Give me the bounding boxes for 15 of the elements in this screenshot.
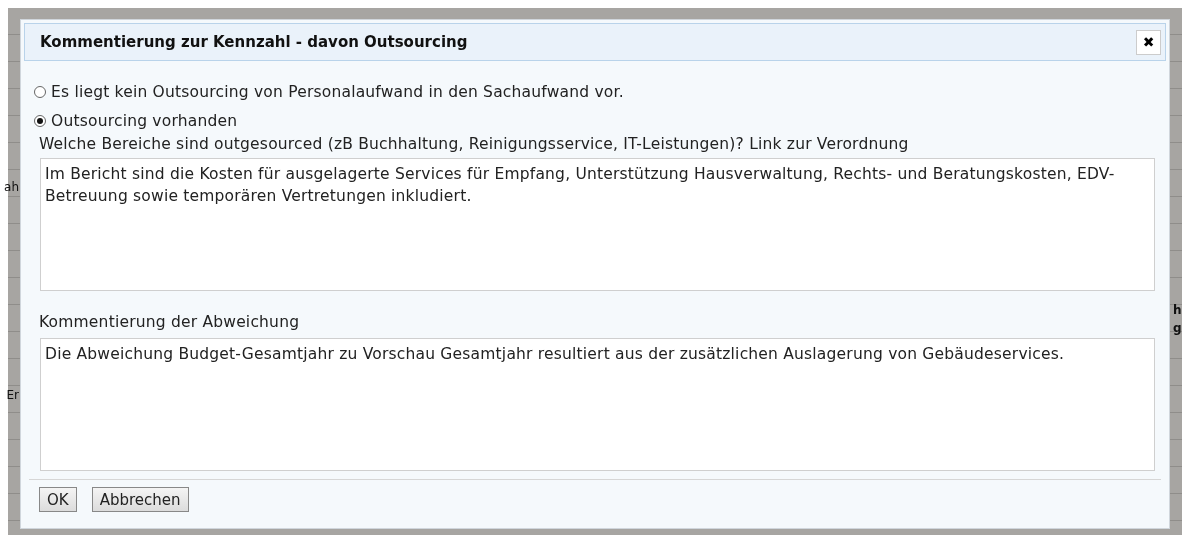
cancel-button[interactable]: Abbrechen xyxy=(91,487,189,512)
radio-button[interactable] xyxy=(34,85,46,98)
dialog-title: Kommentierung zur Kennzahl - davon Outsourcing xyxy=(40,33,468,51)
regulation-link[interactable]: Link zur Verordnung xyxy=(749,135,909,153)
table-cell-text: g xyxy=(1173,321,1182,335)
field-label: Welche Bereiche sind outgesourced (zB Buchhaltung, Reinigungsservice, IT-Leistungen)? Link zur Verordnung xyxy=(39,135,910,153)
table-cell-text: h xyxy=(1173,303,1182,317)
radio-label: Outsourcing vorhanden xyxy=(51,111,238,130)
ok-button[interactable]: OK xyxy=(39,487,77,512)
close-button[interactable]: ✖ xyxy=(1136,29,1161,55)
text-area[interactable]: Im Bericht sind die Kosten für ausgelagerte Services für Empfang, Unterstützung Hausverwaltung, Rechts- und Beratungskosten, EDV-Betreuung sowie temporären Vertretungen inkludiert. xyxy=(40,158,1155,291)
radio-button[interactable] xyxy=(34,114,46,127)
radio-label: Es liegt kein Outsourcing von Personalaufwand in den Sachaufwand vor. xyxy=(51,82,624,101)
text-area[interactable]: Die Abweichung Budget-Gesamtjahr zu Vorschau Gesamtjahr resultiert aus der zusätzlichen Auslagerung von Gebäudeservices. xyxy=(40,338,1155,471)
field-label: Kommentierung der Abweichung xyxy=(39,313,301,331)
